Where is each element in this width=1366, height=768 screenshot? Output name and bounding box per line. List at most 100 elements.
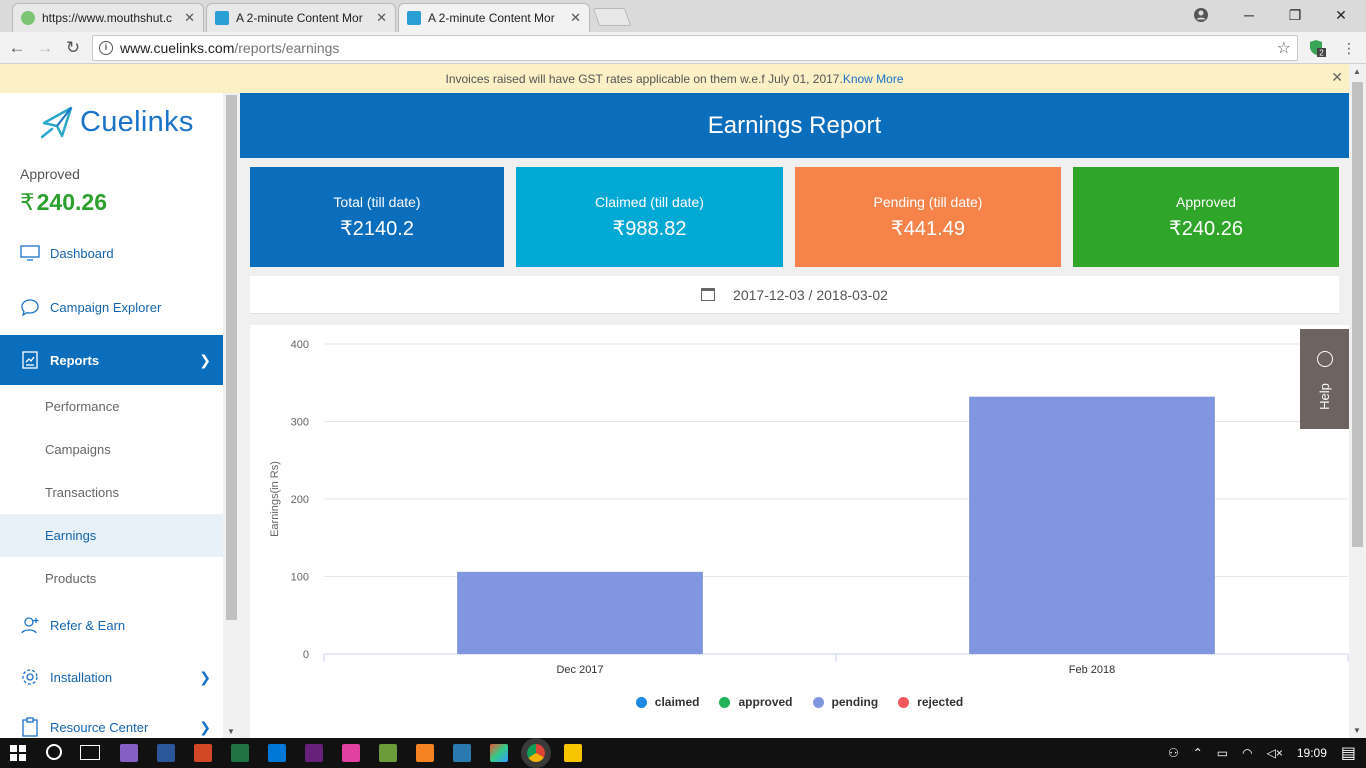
- sidebar-subitem-campaigns[interactable]: Campaigns: [0, 428, 223, 471]
- powerpoint-icon[interactable]: [194, 744, 212, 762]
- browser-menu-icon[interactable]: ⋮: [1338, 37, 1360, 59]
- battery-icon[interactable]: ▭: [1217, 746, 1228, 760]
- approved-card: Approved ₹240.26: [1073, 167, 1339, 267]
- legend-item-rejected[interactable]: rejected: [898, 695, 963, 709]
- minimize-button[interactable]: ─: [1226, 0, 1272, 30]
- task-view-icon[interactable]: [80, 745, 100, 760]
- legend-dot-icon: [898, 696, 910, 708]
- x-tick-label: Feb 2018: [1069, 664, 1115, 676]
- scroll-down-arrow-icon[interactable]: ▼: [227, 727, 235, 736]
- system-tray: ⚇ ⌃ ▭ ◠ ◁× 19:09 ▤: [1168, 738, 1356, 768]
- browser-tab[interactable]: A 2-minute Content Mor ✕: [206, 3, 396, 32]
- search-icon[interactable]: [46, 744, 62, 760]
- excel-icon[interactable]: [231, 744, 249, 762]
- database-icon[interactable]: [453, 744, 471, 762]
- close-notice-icon[interactable]: ✕: [1331, 69, 1343, 86]
- browser-tab-bar: https://www.mouthshut.c ✕ A 2-minute Con…: [0, 0, 1366, 32]
- tab-title: https://www.mouthshut.c: [42, 11, 173, 25]
- sidebar-item-dashboard[interactable]: Dashboard: [0, 231, 223, 275]
- sidebar-scrollbar-thumb[interactable]: [226, 95, 237, 620]
- legend-dot-icon: [635, 696, 647, 708]
- clock[interactable]: 19:09: [1297, 746, 1327, 760]
- claimed-card: Claimed (till date) ₹988.82: [516, 167, 783, 267]
- date-range-picker[interactable]: 2017-12-03 / 2018-03-02: [250, 276, 1339, 314]
- forward-button[interactable]: →: [34, 37, 56, 59]
- sidebar-subitem-label: Campaigns: [45, 442, 111, 457]
- cuelinks-logo[interactable]: Cuelinks: [38, 103, 194, 141]
- card-label: Approved: [1176, 193, 1236, 210]
- xampp-icon[interactable]: [416, 744, 434, 762]
- clipboard-icon: [20, 717, 40, 737]
- browser-tab[interactable]: https://www.mouthshut.c ✕: [12, 3, 204, 32]
- sidebar-subitem-transactions[interactable]: Transactions: [0, 471, 223, 514]
- vs-code-icon[interactable]: [305, 744, 323, 762]
- chevron-up-icon[interactable]: ⌃: [1193, 746, 1203, 760]
- sidebar-item-reports[interactable]: Reports ❯: [0, 335, 223, 385]
- back-button[interactable]: ←: [6, 37, 28, 59]
- tools-icon[interactable]: [379, 744, 397, 762]
- legend-item-approved[interactable]: approved: [719, 695, 793, 709]
- page-scrollbar-thumb[interactable]: [1352, 82, 1363, 547]
- y-axis-label: Earnings(in Rs): [269, 461, 281, 537]
- visual-studio-icon[interactable]: [120, 744, 138, 762]
- url-host: www.cuelinks.com: [120, 40, 235, 56]
- browser-tab-active[interactable]: A 2-minute Content Mor ✕: [398, 3, 590, 32]
- legend-item-pending[interactable]: pending: [812, 695, 878, 709]
- scroll-up-arrow-icon[interactable]: ▲: [1353, 67, 1361, 76]
- sidebar-subitem-earnings[interactable]: Earnings: [0, 514, 223, 557]
- close-window-button[interactable]: ✕: [1318, 0, 1364, 30]
- restore-button[interactable]: ❐: [1272, 0, 1318, 30]
- chrome-icon[interactable]: [527, 744, 545, 762]
- logo-text: Cuelinks: [80, 105, 194, 138]
- sidebar-item-refer-earn[interactable]: Refer & Earn: [0, 603, 223, 647]
- volume-icon[interactable]: ◁×: [1267, 746, 1283, 760]
- sidebar-subitem-products[interactable]: Products: [0, 557, 223, 600]
- profile-icon[interactable]: [1178, 0, 1224, 30]
- windows-start-icon[interactable]: [10, 745, 26, 764]
- chart-legend: claimed approved pending rejected: [250, 695, 1349, 709]
- monitor-icon: [20, 243, 40, 263]
- legend-item-claimed[interactable]: claimed: [635, 695, 699, 709]
- sidebar-subitem-performance[interactable]: Performance: [0, 385, 223, 428]
- bookmark-star-icon[interactable]: ☆: [1277, 38, 1291, 58]
- new-tab-button[interactable]: [592, 8, 632, 26]
- card-value: ₹2140.2: [340, 217, 414, 240]
- close-tab-icon[interactable]: ✕: [376, 10, 387, 26]
- report-icon: [20, 350, 40, 370]
- total-card: Total (till date) ₹2140.2: [250, 167, 504, 267]
- sidebar-item-resource-center[interactable]: Resource Center ❯: [0, 705, 223, 738]
- x-tick-label: Dec 2017: [556, 664, 603, 676]
- chart-canvas: 0 100 200 300 400 Earnings(in Rs) Dec 2017 Feb …: [269, 339, 1349, 676]
- file-explorer-icon[interactable]: [564, 744, 582, 762]
- sidebar-item-label: Refer & Earn: [50, 617, 126, 633]
- app-icon[interactable]: [490, 744, 508, 762]
- page-scrollbar[interactable]: ▲ ▼: [1349, 64, 1366, 738]
- help-button[interactable]: Help: [1300, 329, 1349, 429]
- wifi-icon[interactable]: ◠: [1242, 746, 1252, 760]
- people-icon[interactable]: ⚇: [1168, 746, 1179, 760]
- pending-card: Pending (till date) ₹441.49: [795, 167, 1061, 267]
- address-input[interactable]: i www.cuelinks.com/reports/earnings ☆: [92, 35, 1298, 61]
- close-tab-icon[interactable]: ✕: [570, 10, 581, 26]
- gst-notice-bar: Invoices raised will have GST rates appl…: [0, 64, 1349, 93]
- reload-button[interactable]: ↻: [62, 37, 84, 59]
- y-tick-label: 100: [291, 572, 309, 584]
- sidebar-item-campaign-explorer[interactable]: Campaign Explorer: [0, 285, 223, 329]
- notifications-icon[interactable]: ▤: [1341, 743, 1356, 763]
- sidebar-item-label: Installation: [50, 669, 113, 685]
- url-path: /reports/earnings: [234, 40, 340, 56]
- app-icon[interactable]: [342, 744, 360, 762]
- sidebar-item-installation[interactable]: Installation ❯: [0, 655, 223, 699]
- card-value: ₹441.49: [891, 217, 965, 240]
- know-more-link[interactable]: Know More: [843, 72, 904, 86]
- scroll-down-arrow-icon[interactable]: ▼: [1353, 726, 1361, 735]
- site-info-icon[interactable]: i: [99, 41, 113, 55]
- site-favicon-icon: [21, 11, 35, 25]
- sidebar-scrollbar[interactable]: ▼: [223, 93, 240, 738]
- shield-extension-icon[interactable]: 2: [1307, 38, 1327, 58]
- word-icon[interactable]: [157, 744, 175, 762]
- sidebar: Cuelinks Approved ₹240.26 Dashboard Camp…: [0, 93, 223, 738]
- store-icon[interactable]: [268, 744, 286, 762]
- close-tab-icon[interactable]: ✕: [184, 10, 195, 26]
- card-label: Pending (till date): [873, 193, 983, 210]
